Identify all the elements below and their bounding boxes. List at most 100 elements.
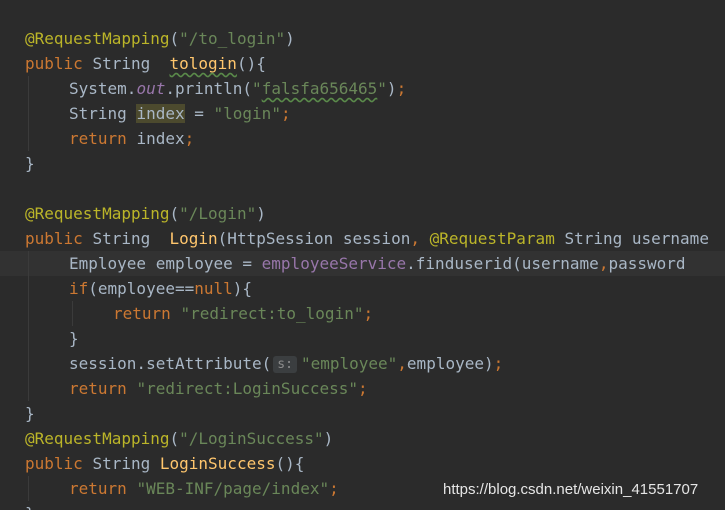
code-token: ; (280, 104, 291, 123)
code-token: @RequestMapping (25, 429, 170, 448)
code-token: String (92, 54, 170, 73)
code-text: } (25, 501, 35, 510)
code-token: LoginSuccess (159, 454, 276, 473)
code-text: return "WEB-INF/page/index"; (69, 476, 339, 501)
code-token: (){ (275, 454, 305, 473)
code-line[interactable]: public String LoginSuccess(){ (0, 451, 725, 476)
code-line[interactable]: } (0, 151, 725, 176)
code-text: public String tologin(){ (25, 51, 266, 76)
code-line[interactable]: @RequestMapping("/Login") (0, 201, 725, 226)
code-line[interactable]: session.setAttribute(s: "employee",employ… (0, 351, 725, 376)
code-token: (HttpSession session (217, 229, 411, 248)
code-token: " (252, 79, 262, 98)
code-text: @RequestMapping("/Login") (25, 201, 266, 226)
indent-guide (28, 101, 29, 126)
code-token: ) (285, 29, 295, 48)
code-token: ) (256, 204, 266, 223)
code-token: tologin (169, 54, 237, 73)
code-line[interactable]: public String Login(HttpSession session,… (0, 226, 725, 251)
code-token: String (92, 229, 170, 248)
code-token: return (69, 479, 137, 498)
code-token: "login" (213, 104, 281, 123)
code-text: session.setAttribute(s: "employee",employ… (69, 351, 503, 376)
code-token: "/Login" (179, 204, 257, 223)
code-editor[interactable]: @RequestMapping("/to_login") public Strin… (0, 0, 725, 510)
code-token: .println( (165, 79, 253, 98)
code-text: return "redirect:LoginSuccess"; (69, 376, 368, 401)
code-token: @RequestParam (429, 229, 565, 248)
code-token: password (608, 254, 686, 273)
code-line[interactable]: if(employee==null){ (0, 276, 725, 301)
code-line[interactable]: Employee employee = employeeService.find… (0, 251, 725, 276)
code-token: employeeService (261, 254, 407, 273)
code-text: @RequestMapping("/to_login") (25, 26, 295, 51)
code-token: index (136, 104, 185, 123)
code-token: } (25, 404, 35, 423)
code-token: return (113, 304, 181, 323)
code-token: ; (396, 79, 407, 98)
code-token: (){ (236, 54, 266, 73)
watermark-url: https://blog.csdn.net/weixin_41551707 (443, 481, 699, 498)
code-token: } (25, 154, 35, 173)
code-token: if (69, 279, 89, 298)
code-line[interactable]: System.out.println("falsfa656465"); (0, 76, 725, 101)
code-token: public (25, 229, 93, 248)
code-token: "redirect:to_login" (180, 304, 364, 323)
code-line[interactable]: } (0, 401, 725, 426)
indent-guide (28, 476, 29, 501)
code-token: } (25, 504, 35, 510)
code-token: return (69, 379, 137, 398)
code-token: "WEB-INF/page/index" (136, 479, 330, 498)
code-token: ; (184, 129, 195, 148)
indent-guide (28, 76, 29, 101)
indent-guide (28, 376, 29, 401)
indent-guide (28, 301, 29, 326)
code-line[interactable]: return "redirect:to_login"; (0, 301, 725, 326)
code-token: employee) (406, 354, 494, 373)
code-token: , (410, 229, 430, 248)
code-line[interactable]: } (0, 326, 725, 351)
code-line[interactable]: return "redirect:LoginSuccess"; (0, 376, 725, 401)
code-token: null (194, 279, 233, 298)
indent-guide (72, 301, 73, 326)
code-line[interactable]: String index = "login"; (0, 101, 725, 126)
code-text: if(employee==null){ (69, 276, 252, 301)
code-token: .finduserid(username (406, 254, 599, 273)
code-line[interactable]: } (0, 501, 725, 510)
indent-guide (28, 351, 29, 376)
code-line[interactable]: @RequestMapping("/LoginSuccess") (0, 426, 725, 451)
code-token: ; (329, 479, 339, 498)
code-token: "/LoginSuccess" (179, 429, 324, 448)
indent-guide (28, 251, 29, 276)
code-token: session.setAttribute( (69, 354, 272, 373)
code-line[interactable]: @RequestMapping("/to_login") (0, 26, 725, 51)
code-text: String index = "login"; (69, 101, 291, 126)
code-token: out (136, 79, 166, 98)
code-line[interactable]: return index; (0, 126, 725, 151)
code-text: System.out.println("falsfa656465"); (69, 76, 406, 101)
code-token: ) (323, 429, 334, 448)
indent-guide (28, 126, 29, 151)
code-token: String (69, 104, 137, 123)
code-text: Employee employee = employeeService.find… (69, 251, 686, 276)
code-token: public (25, 54, 93, 73)
code-token: Login (169, 229, 218, 248)
code-text: public String LoginSuccess(){ (25, 451, 304, 476)
code-text: return "redirect:to_login"; (113, 301, 373, 326)
code-token: ; (363, 304, 374, 323)
code-token: ){ (232, 279, 253, 298)
code-text: } (69, 326, 79, 351)
code-token: , (598, 254, 609, 273)
code-line[interactable] (0, 176, 725, 201)
code-token: , (397, 354, 407, 373)
code-token: "employee" (300, 354, 398, 373)
code-token: @RequestMapping (25, 29, 170, 48)
code-text: public String Login(HttpSession session,… (25, 226, 709, 251)
code-token: " (377, 79, 387, 98)
code-token: ; (493, 354, 504, 373)
code-text: return index; (69, 126, 194, 151)
code-token: "redirect:LoginSuccess" (136, 379, 358, 398)
code-token: ( (169, 29, 180, 48)
code-token: public (25, 454, 93, 473)
code-line[interactable]: public String tologin(){ (0, 51, 725, 76)
